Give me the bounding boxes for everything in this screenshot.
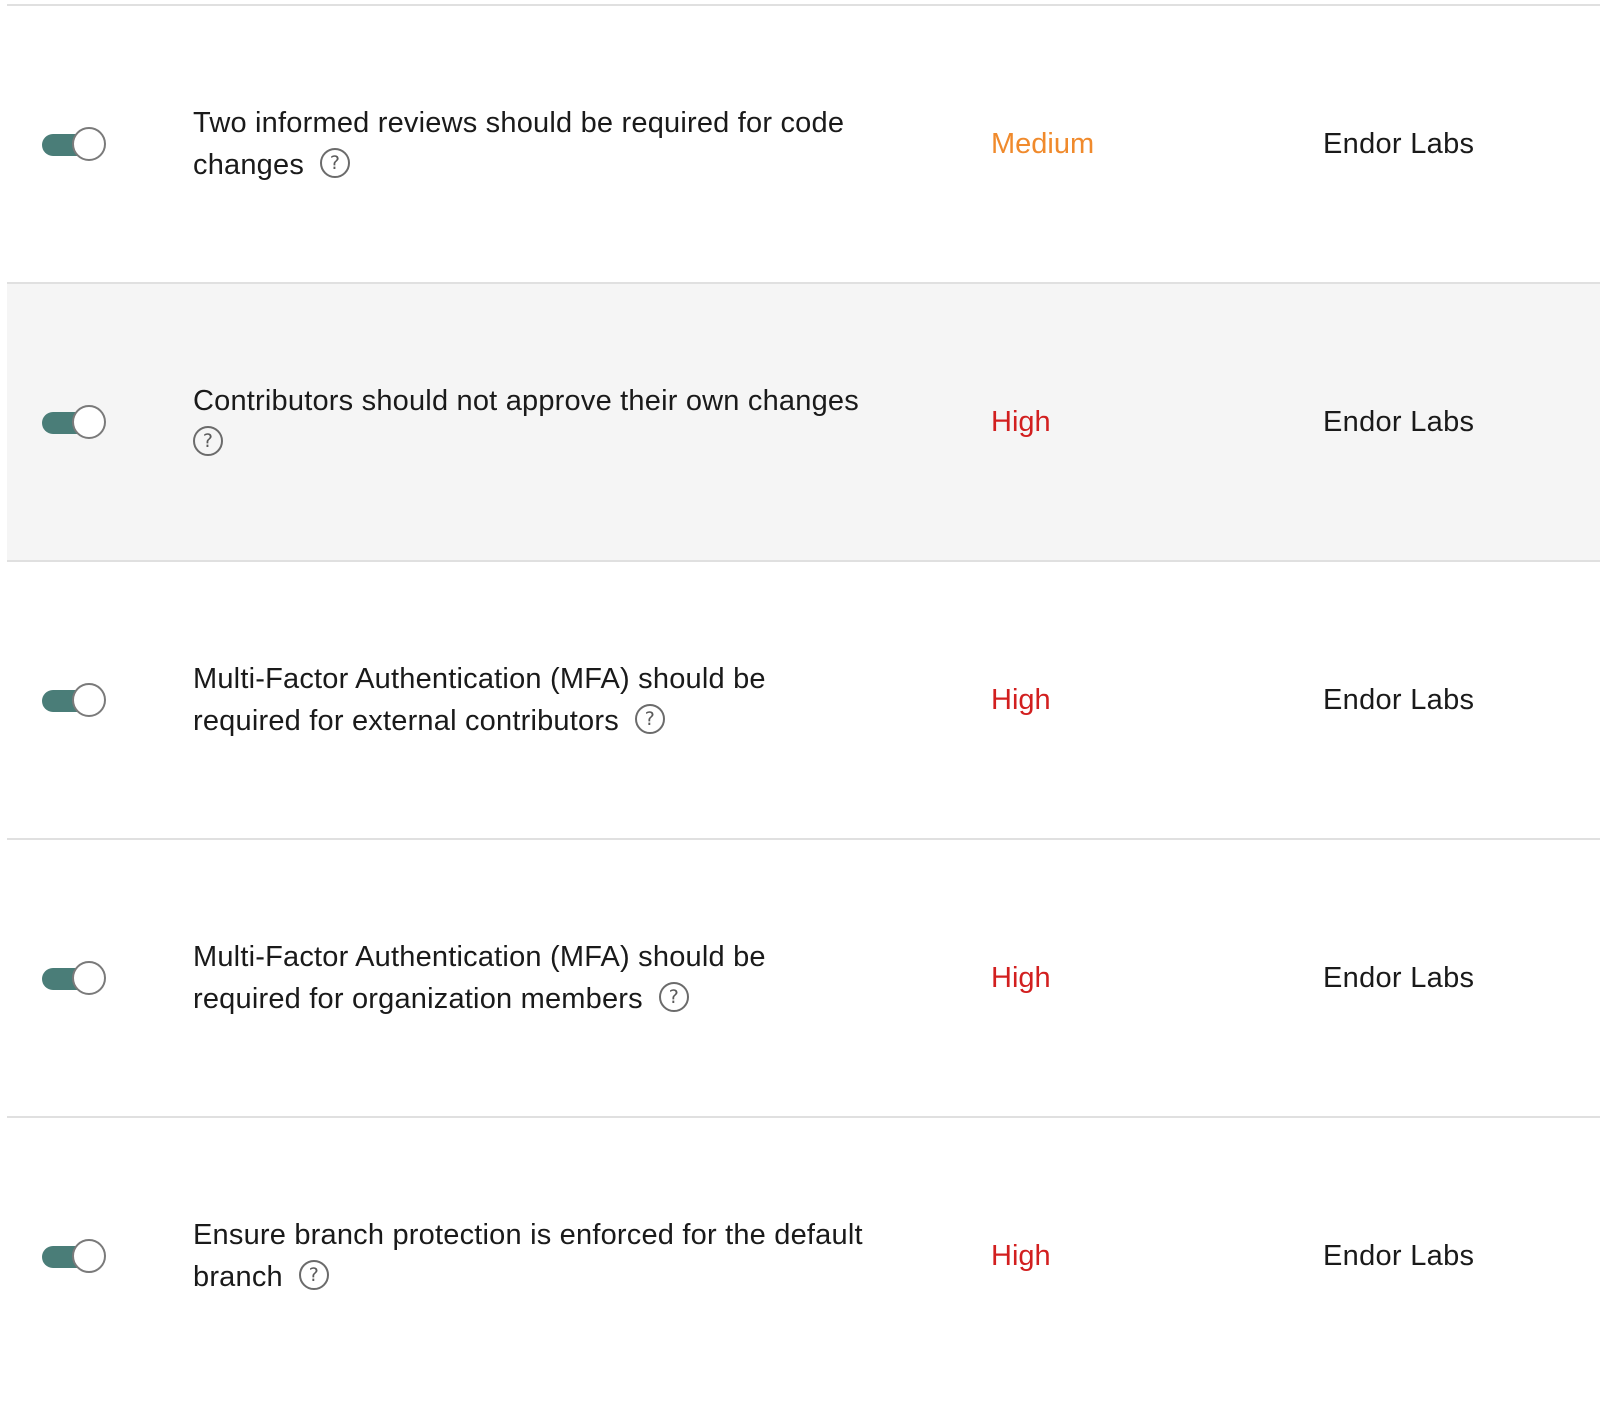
policy-enabled-toggle[interactable] — [42, 1239, 106, 1273]
policy-description-text: Two informed reviews should be required … — [193, 107, 845, 181]
policy-description-text: Multi-Factor Authentication (MFA) should… — [193, 663, 766, 737]
policy-enabled-toggle[interactable] — [42, 405, 106, 439]
policy-enabled-toggle[interactable] — [42, 127, 106, 161]
policy-description-text: Ensure branch protection is enforced for… — [193, 1219, 863, 1293]
policy-description: Multi-Factor Authentication (MFA) should… — [193, 936, 853, 1020]
policy-description: Contributors should not approve their ow… — [193, 380, 953, 464]
source-label: Endor Labs — [1323, 128, 1475, 160]
policy-enabled-toggle[interactable] — [42, 961, 106, 995]
source-label: Endor Labs — [1323, 406, 1475, 438]
policy-description: Ensure branch protection is enforced for… — [193, 1214, 953, 1298]
policy-description: Two informed reviews should be required … — [193, 102, 953, 186]
severity-label: High — [991, 406, 1051, 438]
severity-label: Medium — [991, 128, 1095, 160]
question-circle-icon[interactable]: ? — [298, 1260, 329, 1291]
question-circle-icon[interactable]: ? — [658, 982, 689, 1013]
policy-table: Two informed reviews should be required … — [7, 4, 1600, 1418]
policy-description: Multi-Factor Authentication (MFA) should… — [193, 658, 853, 742]
source-label: Endor Labs — [1323, 684, 1475, 716]
question-circle-icon[interactable]: ? — [193, 426, 223, 457]
toggle-knob — [72, 683, 106, 717]
table-row[interactable]: Multi-Factor Authentication (MFA) should… — [7, 560, 1600, 838]
policy-description-text: Contributors should not approve their ow… — [193, 385, 859, 417]
policy-enabled-toggle[interactable] — [42, 683, 106, 717]
toggle-knob — [72, 405, 106, 439]
severity-label: High — [991, 962, 1051, 994]
source-label: Endor Labs — [1323, 962, 1475, 994]
table-row[interactable]: Two informed reviews should be required … — [7, 4, 1600, 282]
question-circle-icon[interactable]: ? — [634, 704, 665, 735]
severity-label: High — [991, 684, 1051, 716]
table-row[interactable]: Ensure branch protection is enforced for… — [7, 1116, 1600, 1418]
source-label: Endor Labs — [1323, 1240, 1475, 1272]
toggle-knob — [72, 961, 106, 995]
table-row[interactable]: Contributors should not approve their ow… — [7, 282, 1600, 560]
toggle-knob — [72, 1239, 106, 1273]
table-row[interactable]: Multi-Factor Authentication (MFA) should… — [7, 838, 1600, 1116]
toggle-knob — [72, 127, 106, 161]
severity-label: High — [991, 1240, 1051, 1272]
question-circle-icon[interactable]: ? — [320, 148, 351, 179]
